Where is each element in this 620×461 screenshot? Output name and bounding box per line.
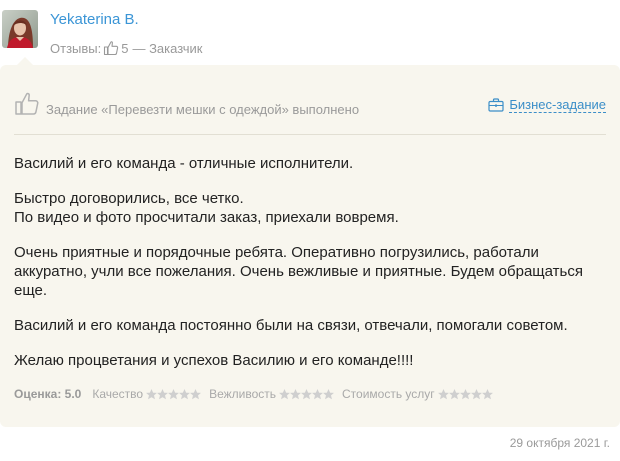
rating-stars-cost [437,388,493,400]
review-paragraph: Желаю процветания и успехов Василию и ег… [14,351,610,370]
star-icon [459,388,471,399]
thumbs-up-icon [15,92,39,115]
rating-label-quality: Качество [92,387,144,401]
star-icon [157,388,169,399]
rating-label-politeness: Вежливость [209,387,277,401]
ratings-row: Оценка: 5.0 Качество Вежливость Стоимост… [14,387,501,401]
star-icon [290,388,301,399]
review-paragraph: Василий и его команда постоянно были на … [14,316,610,335]
star-icon [323,388,334,399]
star-icon [279,388,290,399]
task-row: Задание «Перевезти мешки с одеждой» выпо… [14,91,606,121]
review-line: Желаю процветания и успехов Василию и ег… [14,352,414,369]
star-icon [179,388,191,399]
star-icon [470,388,482,399]
task-status-text: Задание «Перевезти мешки с одеждой» выпо… [46,102,360,117]
thumbs-up-icon [104,41,119,56]
star-icon [301,388,312,399]
author-meta: Отзывы: 5 — Заказчик [50,40,202,56]
review-line: Очень приятные и порядочные ребята. Опер… [14,244,539,261]
divider [14,134,606,135]
review-line: аккуратно, учли все пожелания. Очень веж… [14,263,583,280]
star-icon [437,388,449,399]
review-paragraph: Быстро договорились, все четко. По видео… [14,189,610,227]
rating-label-cost: Стоимость услуг [342,387,435,401]
rating-stars-quality [146,388,202,400]
star-icon [168,388,180,399]
review-line: Быстро договорились, все четко. [14,190,244,207]
review-paragraph: Очень приятные и порядочные ребята. Опер… [14,243,610,300]
author-name-link[interactable]: Yekaterina B. [50,11,139,28]
review-line: еще. [14,282,48,299]
star-icon [481,388,493,399]
review-line: По видео и фото просчитали заказ, приеха… [14,209,399,226]
review-line: Василий и его команда - отличные исполни… [14,155,354,172]
overall-score: Оценка: 5.0 [14,387,82,401]
review-date: 29 октября 2021 г. [509,436,610,450]
avatar-photo-icon [2,10,38,48]
star-icon [146,388,158,399]
review-header: Yekaterina B. Отзывы: 5 — Заказчик [0,0,620,62]
author-role: — Заказчик [132,40,203,56]
reviews-label: Отзывы: [50,40,102,56]
avatar[interactable] [2,10,38,48]
review-card: Задание «Перевезти мешки с одеждой» выпо… [0,65,620,427]
star-icon [448,388,460,399]
reviews-count: 5 [121,40,129,56]
briefcase-icon [488,98,504,112]
star-icon [190,388,202,399]
business-task-label: Бизнес-задание [509,97,606,113]
review-paragraph: Василий и его команда - отличные исполни… [14,154,610,173]
review-text: Василий и его команда - отличные исполни… [14,154,610,386]
star-icon [312,388,323,399]
business-task-link[interactable]: Бизнес-задание [488,97,606,113]
review-line: Василий и его команда постоянно были на … [14,317,568,334]
rating-stars-politeness [279,388,334,400]
